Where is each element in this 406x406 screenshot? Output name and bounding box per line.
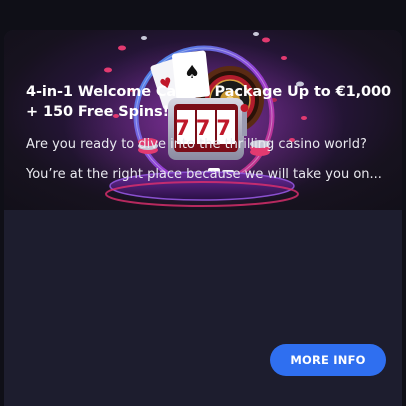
promo-description-line-2: You’re at the right place because we wil…	[26, 167, 382, 182]
promo-title: 4-in-1 Welcome Casino Package Up to €1,0…	[26, 84, 391, 120]
promo-description-line-1: Are you ready to dive into the thrilling…	[26, 137, 367, 152]
more-info-button[interactable]: MORE INFO	[270, 344, 386, 376]
svg-text:♠: ♠	[184, 62, 200, 83]
promo-card: ♠ ♥ 777 4-in-1 Welcome Casino Package Up…	[4, 30, 402, 406]
